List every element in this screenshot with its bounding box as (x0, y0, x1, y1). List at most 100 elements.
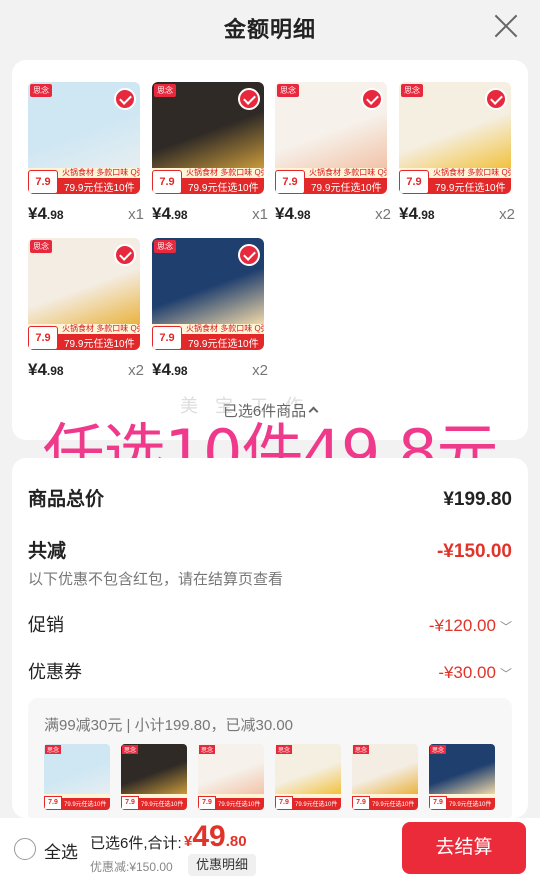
reduce-value: -¥150.00 (436, 541, 512, 562)
chevron-down-icon: ﹀ (499, 620, 512, 634)
price-decimal: .98 (293, 208, 311, 222)
product-item[interactable]: 思念 火锅食材 多款口味 Q弹劲道 79.9元任选10件 7.9 ¥4.98 x… (152, 238, 268, 380)
price-main: ¥4 (28, 204, 47, 223)
total-decimal: .80 (225, 833, 247, 850)
mini-band-text: 79.9元任选10件 (372, 802, 415, 808)
product-price: ¥4.98 (399, 204, 435, 224)
promo-value: -¥120.00 (428, 616, 496, 635)
product-image[interactable]: 思念 火锅食材 多款口味 Q弹劲道 79.9元任选10件 7.9 (28, 82, 140, 194)
total-label: 商品总价 (28, 489, 105, 510)
total-amount: ¥49.80 (184, 820, 247, 854)
price-decimal: .98 (46, 364, 64, 378)
coupon-value: -¥30.00 (438, 663, 496, 682)
price-badge: 7.9 (28, 170, 58, 194)
price-badge: 7.9 (275, 170, 305, 194)
product-band-top-text: 火锅食材 多款口味 Q弹劲道 (433, 168, 511, 177)
total-value: ¥199.80 (443, 489, 512, 510)
price-row: ¥4.98 x2 (399, 204, 515, 224)
price-decimal: .98 (417, 208, 435, 222)
product-price: ¥4.98 (152, 360, 188, 380)
product-band-bottom-text: 79.9元任选10件 (64, 183, 135, 194)
mini-product-thumb: 思念 79.9元任选10件 7.9 (429, 744, 495, 810)
checked-icon[interactable] (361, 88, 383, 110)
header: 金额明细 (0, 0, 540, 56)
reduce-row: 共减 -¥150.00 (28, 536, 512, 563)
saved-amount: 优惠减:¥150.00 (90, 860, 173, 874)
promo-row[interactable]: 促销 -¥120.00 ﹀ (28, 611, 512, 637)
product-band-top-text: 火锅食材 多款口味 Q弹劲道 (62, 324, 140, 333)
price-badge: 7.9 (152, 326, 182, 350)
product-item[interactable]: 思念 火锅食材 多款口味 Q弹劲道 79.9元任选10件 7.9 ¥4.98 x… (399, 82, 515, 224)
product-band-bottom-text: 79.9元任选10件 (64, 339, 135, 350)
price-decimal: .98 (46, 208, 64, 222)
price-main: ¥4 (152, 360, 171, 379)
price-decimal: .98 (170, 208, 188, 222)
coupon-detail-box: 满99减30元 | 小计199.80，已减30.00 思念 79.9元任选10件… (28, 698, 512, 823)
price-main: ¥4 (28, 360, 47, 379)
product-price: ¥4.98 (152, 204, 188, 224)
selected-info: 已选6件,合计: (90, 835, 182, 852)
product-band-bottom-text: 79.9元任选10件 (188, 183, 259, 194)
product-item[interactable]: 思念 火锅食材 多款口味 Q弹劲道 79.9元任选10件 7.9 ¥4.98 x… (152, 82, 268, 224)
brand-tag: 思念 (154, 84, 176, 97)
price-row: ¥4.98 x2 (275, 204, 391, 224)
coupon-row[interactable]: 优惠券 -¥30.00 ﹀ (28, 658, 512, 684)
mini-product-thumb: 思念 79.9元任选10件 7.9 (44, 744, 110, 810)
price-badge: 7.9 (28, 326, 58, 350)
total-main: 49 (192, 820, 226, 853)
product-band-top-text: 火锅食材 多款口味 Q弹劲道 (62, 168, 140, 177)
brand-tag: 思念 (401, 84, 423, 97)
mini-product-thumb: 思念 79.9元任选10件 7.9 (352, 744, 418, 810)
price-row: ¥4.98 x2 (28, 360, 144, 380)
product-item[interactable]: 思念 火锅食材 多款口味 Q弹劲道 79.9元任选10件 7.9 ¥4.98 x… (28, 238, 144, 380)
product-item[interactable]: 思念 火锅食材 多款口味 Q弹劲道 79.9元任选10件 7.9 ¥4.98 x… (28, 82, 144, 224)
mini-brand-tag: 思念 (199, 745, 216, 754)
mini-price-badge: 7.9 (121, 796, 139, 810)
mini-price-badge: 7.9 (429, 796, 447, 810)
promo-label: 促销 (28, 615, 64, 635)
mini-product-thumb: 思念 79.9元任选10件 7.9 (198, 744, 264, 810)
brand-tag: 思念 (30, 84, 52, 97)
price-row: ¥4.98 x2 (152, 360, 268, 380)
product-qty: x2 (252, 362, 268, 379)
price-main: ¥4 (399, 204, 418, 223)
summary-card: 商品总价 ¥199.80 共减 -¥150.00 以下优惠不包含红包，请在结算页… (12, 458, 528, 823)
mini-band-text: 79.9元任选10件 (449, 802, 492, 808)
product-price: ¥4.98 (28, 204, 64, 224)
mini-brand-tag: 思念 (430, 745, 447, 754)
products-card: 思念 火锅食材 多款口味 Q弹劲道 79.9元任选10件 7.9 ¥4.98 x… (12, 60, 528, 440)
product-image[interactable]: 思念 火锅食材 多款口味 Q弹劲道 79.9元任选10件 7.9 (152, 238, 264, 350)
product-band-top-text: 火锅食材 多款口味 Q弹劲道 (309, 168, 387, 177)
total-row: 商品总价 ¥199.80 (28, 484, 512, 511)
checkout-button[interactable]: 去结算 (402, 822, 526, 874)
product-image[interactable]: 思念 火锅食材 多款口味 Q弹劲道 79.9元任选10件 7.9 (399, 82, 511, 194)
mini-price-badge: 7.9 (352, 796, 370, 810)
select-all-label[interactable]: 全选 (44, 838, 78, 863)
close-icon[interactable] (492, 12, 520, 40)
product-item[interactable]: 思念 火锅食材 多款口味 Q弹劲道 79.9元任选10件 7.9 ¥4.98 x… (275, 82, 391, 224)
product-image[interactable]: 思念 火锅食材 多款口味 Q弹劲道 79.9元任选10件 7.9 (152, 82, 264, 194)
product-image[interactable]: 思念 火锅食材 多款口味 Q弹劲道 79.9元任选10件 7.9 (28, 238, 140, 350)
discount-note: 以下优惠不包含红包，请在结算页查看 (28, 571, 284, 588)
product-band-bottom-text: 79.9元任选10件 (311, 183, 382, 194)
product-qty: x2 (499, 206, 515, 223)
select-all-radio[interactable] (14, 838, 36, 860)
price-badge: 7.9 (152, 170, 182, 194)
chevron-down-icon: ﹀ (499, 667, 512, 681)
price-main: ¥4 (275, 204, 294, 223)
mini-brand-tag: 思念 (276, 745, 293, 754)
mini-price-badge: 7.9 (44, 796, 62, 810)
checked-icon[interactable] (238, 88, 260, 110)
product-image[interactable]: 思念 火锅食材 多款口味 Q弹劲道 79.9元任选10件 7.9 (275, 82, 387, 194)
mini-price-badge: 7.9 (275, 796, 293, 810)
price-badge: 7.9 (399, 170, 429, 194)
discount-detail-button[interactable]: 优惠明细 (188, 854, 257, 876)
checked-icon[interactable] (114, 244, 136, 266)
checked-icon[interactable] (485, 88, 507, 110)
price-decimal: .98 (170, 364, 188, 378)
mini-brand-tag: 思念 (122, 745, 139, 754)
product-band-top-text: 火锅食材 多款口味 Q弹劲道 (186, 324, 264, 333)
checked-icon[interactable] (114, 88, 136, 110)
reduce-label: 共减 (28, 541, 67, 562)
checked-icon[interactable] (238, 244, 260, 266)
